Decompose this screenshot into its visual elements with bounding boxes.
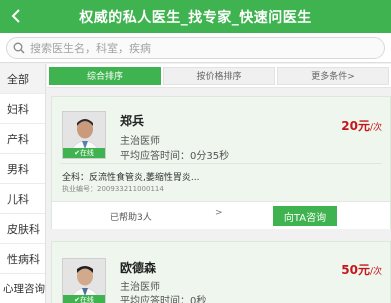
sidebar-item-andrology[interactable]: 男科 bbox=[0, 154, 45, 184]
consult-price: 50元/次 bbox=[341, 263, 382, 277]
doctor-card[interactable]: ✔ 在线 郑兵 主治医师 平均应答时间：0分35秒 20元/次 全科：反流性食管炎… bbox=[51, 96, 391, 229]
sidebar-item-venereology[interactable]: 性病科 bbox=[0, 244, 45, 274]
helped-count: 已帮助3人 bbox=[110, 213, 152, 223]
online-badge: ✔ 在线 bbox=[63, 148, 105, 158]
sidebar-item-dermatology[interactable]: 皮肤科 bbox=[0, 214, 45, 244]
card-divider bbox=[60, 163, 382, 164]
search-placeholder: 搜索医生名，科室，疾病 bbox=[30, 42, 151, 55]
sidebar-item-obstetrics[interactable]: 产科 bbox=[0, 124, 45, 154]
tab-price-sort[interactable]: 按价格排序 bbox=[163, 66, 275, 85]
license-number: 执业编号：200933211000114 bbox=[62, 185, 164, 193]
search-icon bbox=[13, 42, 25, 54]
consult-button[interactable]: 向TA咨询 bbox=[273, 206, 337, 226]
response-time: 平均应答时间：0秒 bbox=[120, 296, 207, 303]
doctor-specialty: 全科：反流性食管炎,萎缩性胃炎... bbox=[62, 173, 200, 183]
doctor-avatar: ✔ 在线 bbox=[62, 111, 106, 159]
consult-price: 20元/次 bbox=[341, 119, 382, 133]
chevron-right-icon[interactable]: > bbox=[215, 208, 223, 218]
online-badge: ✔ 在线 bbox=[63, 295, 105, 303]
doctor-title: 主治医师 bbox=[120, 136, 160, 147]
department-sidebar: 全部 妇科 产科 男科 儿科 皮肤科 性病科 心理咨询 bbox=[0, 64, 46, 303]
back-button[interactable] bbox=[6, 5, 28, 27]
doctor-name: 郑兵 bbox=[120, 114, 145, 128]
sidebar-item-gynecology[interactable]: 妇科 bbox=[0, 94, 45, 124]
chevron-left-icon bbox=[11, 9, 20, 23]
tab-comprehensive-sort[interactable]: 综合排序 bbox=[49, 66, 161, 85]
page-title: 权威的私人医生_找专家_快速问医生 bbox=[79, 9, 312, 26]
tab-more-filters[interactable]: 更多条件> bbox=[277, 66, 389, 85]
doctor-avatar: ✔ 在线 bbox=[62, 258, 106, 303]
search-input[interactable]: 搜索医生名，科室，疾病 bbox=[6, 37, 385, 59]
doctor-title: 主治医师 bbox=[120, 282, 160, 293]
search-bar: 搜索医生名，科室，疾病 bbox=[0, 33, 391, 63]
doctor-name: 欧德森 bbox=[120, 261, 157, 275]
sidebar-item-pediatrics[interactable]: 儿科 bbox=[0, 184, 45, 214]
doctor-card[interactable]: ✔ 在线 欧德森 主治医师 平均应答时间：0秒 50元/次 bbox=[51, 241, 391, 303]
sidebar-item-all[interactable]: 全部 bbox=[0, 64, 45, 94]
sidebar-item-psychology[interactable]: 心理咨询 bbox=[0, 274, 45, 303]
card-footer: 已帮助3人 > 向TA咨询 bbox=[52, 201, 390, 229]
app-header: 权威的私人医生_找专家_快速问医生 bbox=[0, 0, 391, 33]
response-time: 平均应答时间：0分35秒 bbox=[120, 151, 230, 162]
sort-bar: 综合排序 按价格排序 更多条件> bbox=[47, 64, 391, 88]
